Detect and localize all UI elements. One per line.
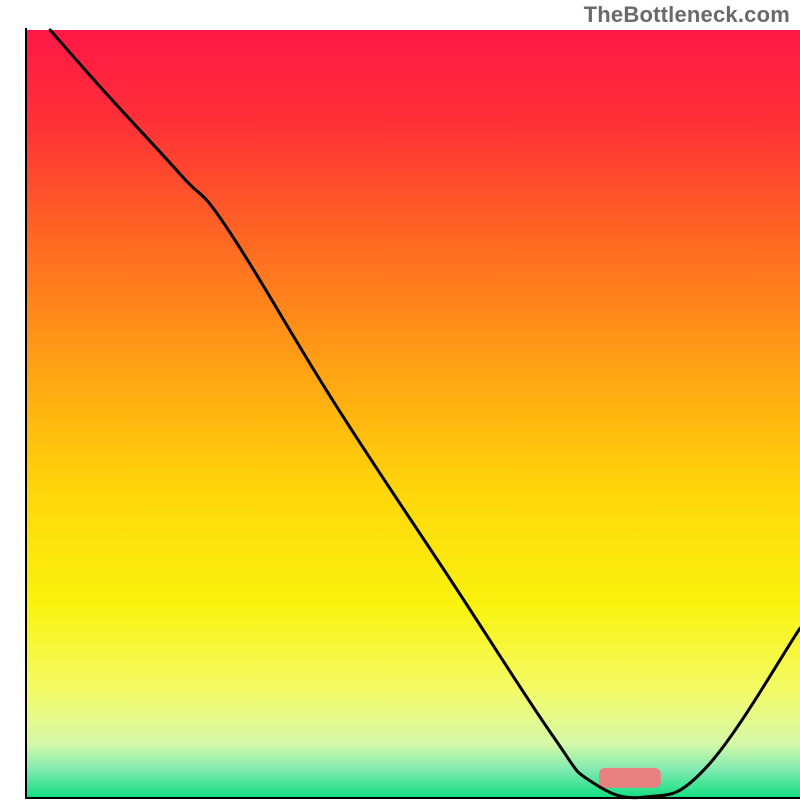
gradient-background (27, 30, 800, 797)
optimal-zone-marker (599, 768, 661, 788)
plot-area (27, 30, 800, 798)
watermark-text: TheBottleneck.com (584, 2, 790, 28)
chart-svg (0, 0, 800, 800)
bottleneck-chart: TheBottleneck.com (0, 0, 800, 800)
